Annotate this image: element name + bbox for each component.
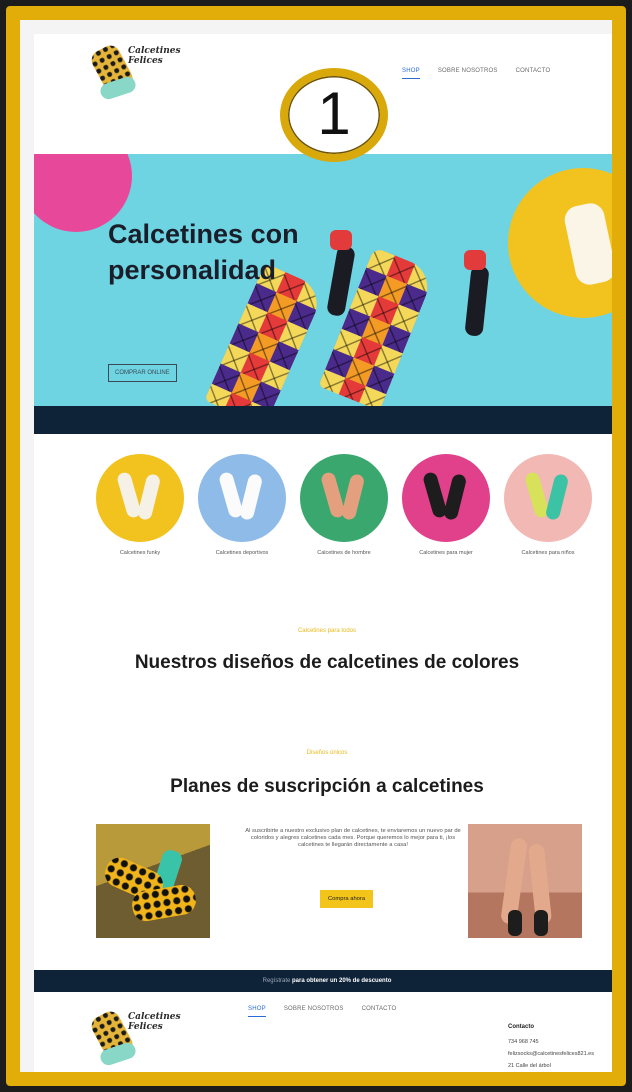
footer-logo-text-line1: Calcetines xyxy=(128,1012,181,1022)
category-image xyxy=(198,454,286,542)
subscription-description: Al suscribirte a nuestro exclusivo plan … xyxy=(245,828,461,848)
footer-logo-text-line2: Felices xyxy=(128,1022,163,1032)
main-nav: SHOP SOBRE NOSOTROS CONTACTO xyxy=(402,68,550,79)
category-ninos[interactable]: Calcetines para niños xyxy=(502,454,594,556)
nav-item-sobre-nosotros[interactable]: SOBRE NOSOTROS xyxy=(438,68,498,79)
funky-socks-image xyxy=(96,824,210,938)
hero-title: Calcetines con personalidad xyxy=(108,219,299,285)
logo[interactable]: Calcetines Felices xyxy=(88,40,181,108)
footer-nav: SHOP SOBRE NOSOTROS CONTACTO xyxy=(248,1006,396,1017)
footer-contact: Contacto 734 968 745 felizsocks@calcetin… xyxy=(508,1024,598,1072)
compra-ahora-button[interactable]: Compra ahora xyxy=(320,890,374,908)
logo-text-line1: Calcetines xyxy=(128,46,181,56)
category-label: Calcetines deportivos xyxy=(215,550,269,556)
category-label: Calcetines para mujer xyxy=(419,550,473,556)
contact-title: Contacto xyxy=(508,1024,534,1030)
designs-kicker: Calcetines para todos xyxy=(297,628,357,634)
footer-nav-item-contacto[interactable]: CONTACTO xyxy=(362,1006,397,1017)
category-mujer[interactable]: Calcetines para mujer xyxy=(400,454,492,556)
contact-phone[interactable]: 734 968 745 xyxy=(508,1039,598,1046)
hero-yellow-circle-image xyxy=(508,168,612,318)
designs-heading: Nuestros diseños de calcetines de colore… xyxy=(134,652,520,673)
website-page: Calcetines Felices SHOP SOBRE NOSOTROS CO… xyxy=(34,34,612,1072)
nav-item-shop[interactable]: SHOP xyxy=(402,68,420,79)
promo-text: para obtener un 20% de descuento xyxy=(292,978,392,984)
category-image xyxy=(402,454,490,542)
footer-nav-item-shop[interactable]: SHOP xyxy=(248,1006,266,1017)
hero-banner: Calcetines con personalidad COMPRAR ONLI… xyxy=(34,154,612,406)
subscription-heading: Planes de suscripción a calcetines xyxy=(170,776,484,797)
nav-item-contacto[interactable]: CONTACTO xyxy=(516,68,551,79)
category-label: Calcetines funky xyxy=(119,550,161,556)
contact-email[interactable]: felizsocks@calcetinesfelices821.es xyxy=(508,1051,598,1058)
legs-socks-image xyxy=(468,824,582,938)
category-list: Calcetines funky Calcetines deportivos C… xyxy=(94,454,594,556)
dark-band xyxy=(34,406,612,434)
category-image xyxy=(300,454,388,542)
step-number-badge: 1 xyxy=(280,68,388,162)
screenshot-frame: Calcetines Felices SHOP SOBRE NOSOTROS CO… xyxy=(6,6,626,1086)
footer-nav-item-sobre-nosotros[interactable]: SOBRE NOSOTROS xyxy=(284,1006,344,1017)
category-deportivos[interactable]: Calcetines deportivos xyxy=(196,454,288,556)
category-image xyxy=(504,454,592,542)
contact-address: 21 Calle del árbol xyxy=(508,1063,551,1069)
promo-bar[interactable]: Regístrate para obtener un 20% de descue… xyxy=(34,970,612,992)
comprar-online-button[interactable]: COMPRAR ONLINE xyxy=(108,364,177,382)
subscription-kicker: Diseños únicos xyxy=(306,750,348,756)
logo-text-line2: Felices xyxy=(128,56,163,66)
category-image xyxy=(96,454,184,542)
category-label: Calcetines de hombre xyxy=(317,550,371,556)
footer-logo[interactable]: Calcetines Felices xyxy=(88,1006,181,1072)
category-label: Calcetines para niños xyxy=(521,550,575,556)
category-funky[interactable]: Calcetines funky xyxy=(94,454,186,556)
promo-prefix: Regístrate xyxy=(262,978,291,984)
category-hombre[interactable]: Calcetines de hombre xyxy=(298,454,390,556)
